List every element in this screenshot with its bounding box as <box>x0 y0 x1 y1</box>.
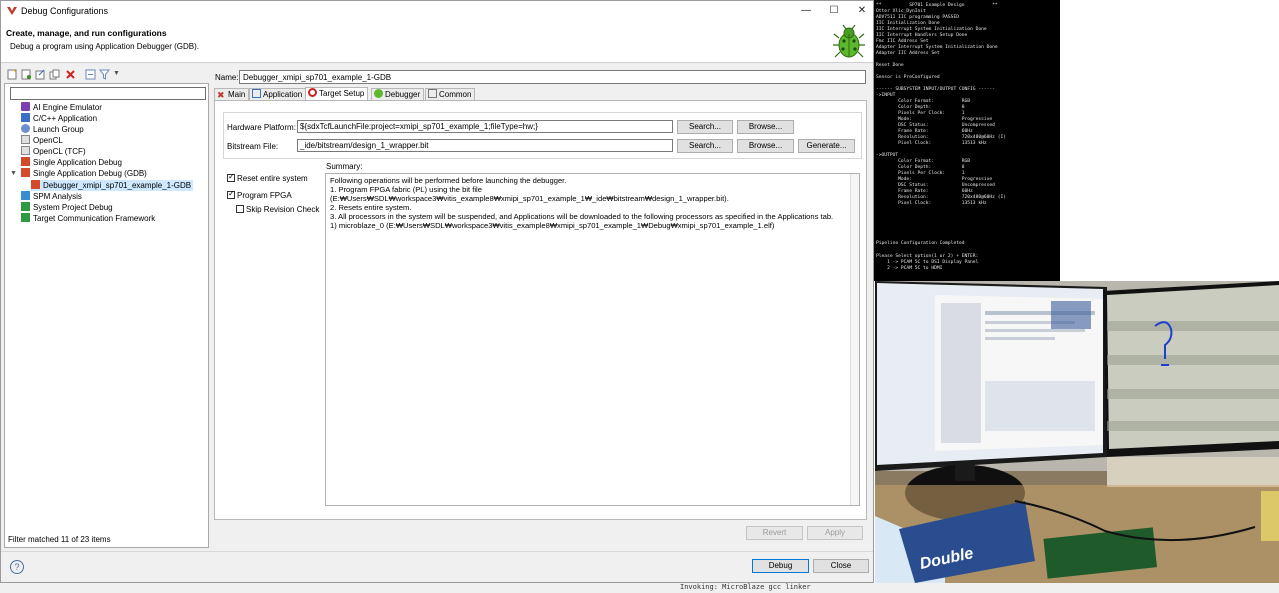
tree-item-target-communication-framework[interactable]: Target Communication Framework <box>21 213 155 224</box>
hardware-platform-field[interactable]: ${sdxTcfLaunchFile:project=xmipi_sp701_e… <box>297 120 673 133</box>
opencl-tcf-icon <box>21 146 30 155</box>
config-tabs: ✖ Main Application Target Setup Debugger … <box>214 87 867 101</box>
config-type-panel: AI Engine Emulator C/C++ Application Lau… <box>4 83 209 548</box>
terminal-line: Reset Done <box>876 63 904 68</box>
console-snippet: Invoking: MicroBlaze gcc linker <box>680 583 811 591</box>
desk-photo-drawing: Double <box>875 281 1279 583</box>
filter-input[interactable] <box>10 87 206 100</box>
reset-entire-system-checkbox[interactable]: Reset entire system <box>227 172 308 183</box>
target-setup-icon <box>308 88 317 97</box>
summary-line: 2. Resets entire system. <box>330 203 412 212</box>
debug-configurations-dialog: Debug Configurations — ☐ ✕ Create, manag… <box>0 0 874 583</box>
terminal-line: Pixel Clock: 13513 kHz <box>876 201 987 206</box>
summary-line: 1) microblaze_0 (E:₩Users₩SDL₩workspace3… <box>330 221 775 230</box>
tree-item-opencl[interactable]: OpenCL <box>21 135 63 146</box>
new-prototype-icon[interactable] <box>21 69 32 80</box>
tab-target-setup[interactable]: Target Setup <box>305 87 369 101</box>
minimize-button[interactable]: — <box>793 4 819 18</box>
title-bar: Debug Configurations — ☐ ✕ <box>1 1 873 21</box>
hardware-browse-button[interactable]: Browse... <box>737 120 794 134</box>
tree-item-opencl-tcf[interactable]: OpenCL (TCF) <box>21 146 86 157</box>
checkbox-box[interactable] <box>227 172 235 182</box>
apply-button[interactable]: Apply <box>807 526 863 540</box>
skip-revision-check-checkbox[interactable]: Skip Revision Check <box>236 205 319 214</box>
single-app-debug-icon <box>21 157 30 166</box>
tree-item-single-application-debug[interactable]: Single Application Debug <box>21 157 122 168</box>
summary-textbox[interactable]: Following operations will be performed b… <box>325 173 860 506</box>
filter-status-text: Filter matched 11 of 23 items <box>8 535 111 544</box>
page-bottom-strip <box>0 583 1279 593</box>
tree-item-ai-engine-emulator[interactable]: AI Engine Emulator <box>21 102 102 113</box>
common-tab-icon <box>428 89 437 98</box>
summary-line: 1. Program FPGA fabric (PL) using the bi… <box>330 185 482 194</box>
debugger-tab-icon <box>374 89 383 98</box>
c-application-icon <box>21 113 30 122</box>
terminal-line: Pipeline Configuration Completed <box>876 241 965 246</box>
revert-button[interactable]: Revert <box>746 526 803 540</box>
export-icon[interactable] <box>35 69 46 80</box>
bitstream-browse-button[interactable]: Browse... <box>737 139 794 153</box>
header-subtitle: Debug a program using Application Debugg… <box>10 42 199 51</box>
tree-item-launch-group[interactable]: Launch Group <box>21 124 84 135</box>
config-name-input[interactable] <box>239 70 866 84</box>
summary-line: (E:₩Users₩SDL₩workspace3₩vitis_example8₩… <box>330 194 729 203</box>
desk-photo: Double <box>875 281 1279 583</box>
terminal-line: Sensor is PreConfigured <box>876 75 940 80</box>
left-toolbar: ▼ <box>4 67 209 83</box>
bitstream-file-field[interactable]: _ide/bitstream/design_1_wrapper.bit <box>297 139 673 152</box>
terminal-line: 2 -> PCAM 5C to HDMI <box>876 266 943 271</box>
serial-terminal: ** SP701 Example Design ** Otter Xlic_Dy… <box>874 0 1060 281</box>
dialog-button-bar <box>1 551 873 582</box>
window-title: Debug Configurations <box>21 6 109 16</box>
tree-expand-chevron-icon[interactable]: ▼ <box>10 170 17 177</box>
dialog-header: Create, manage, and run configurations D… <box>1 21 873 63</box>
header-title: Create, manage, and run configurations <box>6 28 167 38</box>
debug-bug-icon <box>833 24 865 58</box>
launch-group-icon <box>21 124 30 133</box>
help-icon[interactable]: ? <box>10 560 24 574</box>
collapse-all-icon[interactable] <box>85 69 96 80</box>
tree-item-single-application-debug-gdb[interactable]: Single Application Debug (GDB) <box>21 168 147 179</box>
terminal-line: Adapter IIC Address Set <box>876 51 940 56</box>
delete-icon[interactable] <box>65 69 76 80</box>
hardware-search-button[interactable]: Search... <box>677 120 733 134</box>
summary-scrollbar[interactable] <box>850 174 859 505</box>
summary-label: Summary: <box>326 162 363 171</box>
maximize-button[interactable]: ☐ <box>821 4 847 18</box>
bitstream-file-label: Bitstream File: <box>227 142 279 151</box>
tree-item-cpp-application[interactable]: C/C++ Application <box>21 113 97 124</box>
tree-item-spm-analysis[interactable]: SPM Analysis <box>21 191 82 202</box>
opencl-icon <box>21 135 30 144</box>
system-project-icon <box>21 202 30 211</box>
terminal-line: Pixel Clock: 13513 kHz <box>876 141 987 146</box>
application-tab-icon <box>252 89 261 98</box>
debugger-config-icon <box>31 180 40 189</box>
checkbox-box[interactable] <box>227 189 235 199</box>
checkbox-box[interactable] <box>236 205 244 213</box>
new-config-icon[interactable] <box>7 69 18 80</box>
filter-icon[interactable] <box>99 69 110 80</box>
summary-line: Following operations will be performed b… <box>330 176 567 185</box>
bitstream-search-button[interactable]: Search... <box>677 139 733 153</box>
program-fpga-checkbox[interactable]: Program FPGA <box>227 189 292 200</box>
ai-engine-icon <box>21 102 30 111</box>
gdb-debug-icon <box>21 168 30 177</box>
vitis-app-icon <box>7 7 17 15</box>
tree-item-debugger-config[interactable]: Debugger_xmipi_sp701_example_1-GDB <box>31 180 194 191</box>
hardware-platform-label: Hardware Platform: <box>227 123 296 132</box>
spm-analysis-icon <box>21 191 30 200</box>
tcf-icon <box>21 213 30 222</box>
main-tab-icon: ✖ <box>217 90 225 100</box>
summary-line: 3. All processors in the system will be … <box>330 212 834 221</box>
duplicate-icon[interactable] <box>49 69 60 80</box>
close-window-button[interactable]: ✕ <box>849 4 873 18</box>
name-label: Name: <box>215 73 239 82</box>
close-button[interactable]: Close <box>813 559 869 573</box>
tree-item-system-project-debug[interactable]: System Project Debug <box>21 202 113 213</box>
filter-dropdown-icon[interactable]: ▼ <box>113 70 120 77</box>
generate-button[interactable]: Generate... <box>798 139 855 153</box>
debug-button[interactable]: Debug <box>752 559 809 573</box>
